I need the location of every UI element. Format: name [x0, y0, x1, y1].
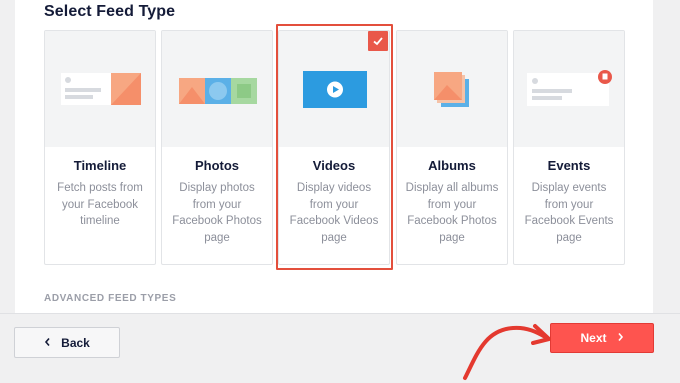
card-title: Timeline: [73, 158, 127, 173]
photos-illustration-icon: [179, 78, 257, 104]
annotation-arrow-icon: [463, 324, 551, 380]
next-button[interactable]: Next: [550, 323, 654, 353]
events-illustration-icon: [527, 70, 612, 106]
chevron-right-icon: [617, 331, 624, 345]
card-title: Albums: [428, 158, 476, 173]
back-button[interactable]: Back: [14, 327, 120, 358]
checkmark-icon: [368, 31, 388, 51]
albums-illustration-icon: [434, 72, 469, 107]
back-button-label: Back: [61, 335, 90, 350]
next-button-label: Next: [580, 331, 607, 345]
card-description: Fetch posts from your Facebook timeline: [57, 182, 143, 227]
feed-card-events[interactable]: Events Display events from your Facebook…: [513, 30, 625, 265]
section-title: Select Feed Type: [44, 3, 176, 20]
card-thumbnail: [514, 31, 624, 147]
feed-card-timeline[interactable]: Timeline Fetch posts from your Facebook …: [44, 30, 156, 265]
card-thumbnail: [45, 31, 155, 147]
advanced-feed-types-heading: ADVANCED FEED TYPES: [44, 293, 177, 304]
card-description: Display all albums from your Facebook Ph…: [405, 182, 499, 244]
card-title: Events: [547, 158, 591, 173]
card-thumbnail: [162, 31, 272, 147]
card-thumbnail: [397, 31, 507, 147]
card-title: Photos: [194, 158, 240, 173]
chevron-left-icon: [44, 336, 51, 350]
card-description: Display events from your Facebook Events…: [524, 182, 614, 244]
card-description: Display photos from your Facebook Photos…: [172, 182, 262, 244]
timeline-illustration-icon: [61, 73, 141, 105]
feed-card-albums[interactable]: Albums Display all albums from your Face…: [396, 30, 508, 265]
selected-card-outline: [276, 24, 393, 270]
feed-card-photos[interactable]: Photos Display photos from your Facebook…: [161, 30, 273, 265]
